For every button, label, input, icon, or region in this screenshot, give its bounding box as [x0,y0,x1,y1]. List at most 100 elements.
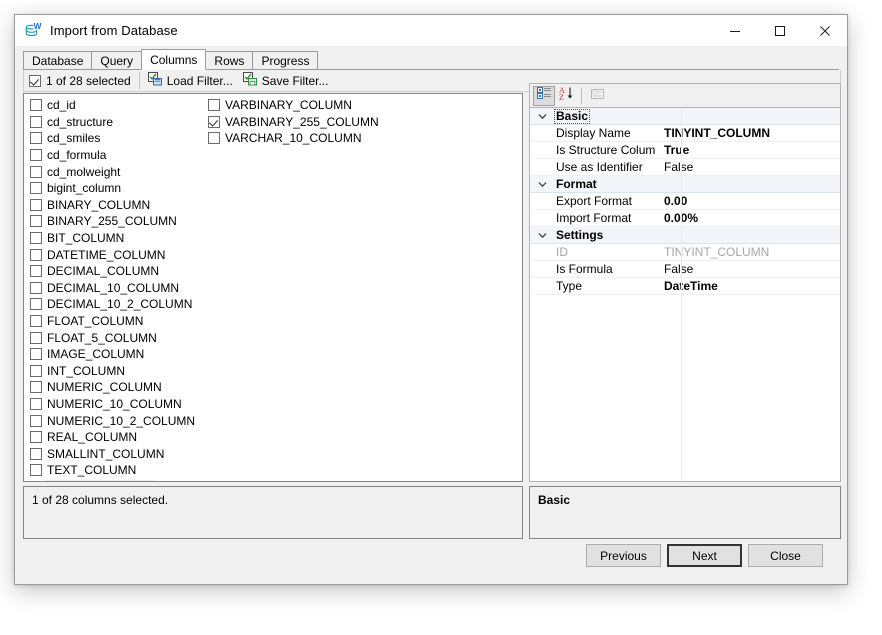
property-row[interactable]: Use as IdentifierFalse [530,159,840,176]
property-row[interactable]: Export Format0.00 [530,193,840,210]
property-value[interactable]: TINYINT_COLUMN [656,126,840,140]
column-checkbox-icon[interactable] [30,381,42,393]
column-checkbox-icon[interactable] [30,116,42,128]
column-checkbox-icon[interactable] [30,415,42,427]
column-checkbox-icon[interactable] [208,116,220,128]
minimize-button[interactable] [712,15,757,46]
tab-columns[interactable]: Columns [141,49,206,70]
column-checkbox-icon[interactable] [30,265,42,277]
tab-query[interactable]: Query [91,51,142,69]
chevron-down-icon[interactable] [530,181,554,188]
column-list-item[interactable]: NUMERIC_COLUMN [28,379,219,396]
column-checkbox-icon[interactable] [30,298,42,310]
chevron-down-icon[interactable] [530,232,554,239]
property-row[interactable]: IDTINYINT_COLUMN [530,244,840,261]
column-list-item[interactable]: bigint_column [28,180,219,197]
column-list-item[interactable]: DECIMAL_COLUMN [28,263,219,280]
import-from-database-window: W Import from Database [14,14,848,585]
previous-button[interactable]: Previous [586,544,661,567]
property-value[interactable]: 0.00% [656,211,840,225]
property-row[interactable]: Display NameTINYINT_COLUMN [530,125,840,142]
save-filter-button[interactable]: Save Filter... [238,71,334,91]
property-pages-button[interactable] [586,86,608,106]
property-row[interactable]: Is FormulaFalse [530,261,840,278]
column-checkbox-icon[interactable] [30,166,42,178]
column-list-item[interactable]: NUMERIC_10_2_COLUMN [28,412,219,429]
alphabetical-sort-button[interactable]: A Z [555,86,577,106]
column-checkbox-icon[interactable] [30,315,42,327]
column-checkbox-icon[interactable] [30,348,42,360]
column-checkbox-icon[interactable] [30,431,42,443]
column-checkbox-icon[interactable] [30,398,42,410]
column-list-item[interactable]: VARBINARY_COLUMN [206,97,379,114]
select-all-toggle[interactable]: 1 of 28 selected [24,71,136,91]
property-value[interactable]: DateTime [656,279,840,293]
property-category-row[interactable]: Basic [530,108,840,125]
column-list-item[interactable]: cd_formula [28,147,219,164]
column-checkbox-icon[interactable] [30,99,42,111]
maximize-button[interactable] [757,15,802,46]
column-checkbox-icon[interactable] [30,332,42,344]
column-list-item[interactable]: VARCHAR_10_COLUMN [206,130,379,147]
column-checkbox-icon[interactable] [30,448,42,460]
column-list-item[interactable]: INT_COLUMN [28,363,219,380]
load-filter-button[interactable]: Load Filter... [143,71,238,91]
column-checkbox-icon[interactable] [30,249,42,261]
property-value[interactable]: False [656,160,840,174]
column-list-item[interactable]: BIT_COLUMN [28,230,219,247]
column-checkbox-icon[interactable] [30,481,42,482]
column-list-item[interactable]: FLOAT_5_COLUMN [28,329,219,346]
column-checkbox-icon[interactable] [208,132,220,144]
column-checkbox-icon[interactable] [30,365,42,377]
column-checkbox-icon[interactable] [30,182,42,194]
column-list-item[interactable]: BINARY_255_COLUMN [28,213,219,230]
column-list-item[interactable]: SMALLINT_COLUMN [28,445,219,462]
column-list-item[interactable]: FLOAT_COLUMN [28,313,219,330]
property-value[interactable]: 0.00 [656,194,840,208]
column-list-item[interactable]: VARBINARY_255_COLUMN [206,114,379,131]
property-value[interactable]: True [656,143,840,157]
column-list-item[interactable]: TEXT_COLUMN [28,462,219,479]
column-list-item[interactable]: NUMERIC_10_COLUMN [28,396,219,413]
column-checkbox-icon[interactable] [30,464,42,476]
categorized-view-button[interactable] [533,86,555,106]
column-checkbox-icon[interactable] [30,232,42,244]
column-list-item[interactable]: REAL_COLUMN [28,429,219,446]
column-checkbox-icon[interactable] [30,282,42,294]
close-button[interactable] [802,15,847,46]
property-row[interactable]: Import Format0.00% [530,210,840,227]
selected-count-label: 1 of 28 selected [46,74,131,88]
property-row[interactable]: TypeDateTime [530,278,840,295]
property-grid[interactable]: BasicDisplay NameTINYINT_COLUMNIs Struct… [529,107,841,482]
columns-list-panel[interactable]: cd_idcd_structurecd_smilescd_formulacd_m… [23,93,523,482]
next-button[interactable]: Next [667,544,742,567]
column-checkbox-icon[interactable] [30,215,42,227]
column-list-item[interactable]: cd_molweight [28,163,219,180]
property-value[interactable]: TINYINT_COLUMN [656,245,840,259]
property-grid-column-divider[interactable] [681,108,682,481]
column-list-item[interactable]: TINYINT_COLUMN [28,479,219,482]
column-list-item[interactable]: DECIMAL_10_COLUMN [28,280,219,297]
column-list-item[interactable]: IMAGE_COLUMN [28,346,219,363]
tab-rows[interactable]: Rows [205,51,253,69]
column-list-item[interactable]: cd_structure [28,114,219,131]
property-name: ID [530,245,656,259]
chevron-down-icon[interactable] [530,113,554,120]
column-list-item[interactable]: cd_id [28,97,219,114]
close-dialog-button[interactable]: Close [748,544,823,567]
column-checkbox-icon[interactable] [208,99,220,111]
column-list-item[interactable]: DECIMAL_10_2_COLUMN [28,296,219,313]
tab-progress[interactable]: Progress [252,51,318,69]
column-list-item-label: TEXT_COLUMN [47,463,136,477]
property-row[interactable]: Is Structure ColumnTrue [530,142,840,159]
property-value[interactable]: False [656,262,840,276]
column-list-item[interactable]: cd_smiles [28,130,219,147]
tab-database[interactable]: Database [23,51,92,69]
property-category-row[interactable]: Format [530,176,840,193]
column-checkbox-icon[interactable] [30,149,42,161]
property-category-row[interactable]: Settings [530,227,840,244]
column-checkbox-icon[interactable] [30,132,42,144]
column-list-item[interactable]: DATETIME_COLUMN [28,246,219,263]
column-checkbox-icon[interactable] [30,199,42,211]
column-list-item[interactable]: BINARY_COLUMN [28,197,219,214]
